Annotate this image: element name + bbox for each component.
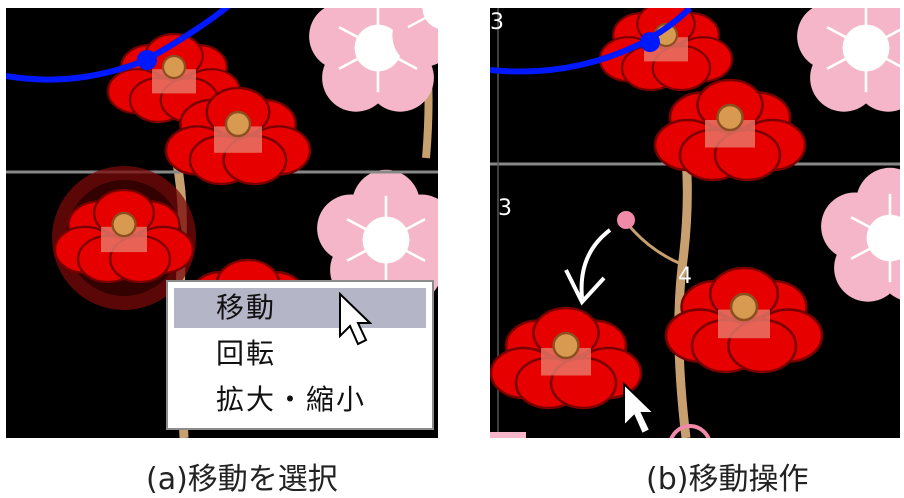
grid-label: 3 xyxy=(490,10,504,35)
caption-b: (b)移動操作 xyxy=(646,462,809,497)
move-arrow-icon xyxy=(564,228,612,306)
caption-a: (a)移動を選択 xyxy=(146,462,338,497)
menu-item-rotate[interactable]: 回転 xyxy=(174,334,426,374)
mouse-cursor-icon xyxy=(339,292,372,346)
menu-item-move[interactable]: 移動 xyxy=(174,288,426,328)
mouse-cursor-icon xyxy=(623,381,657,436)
rotation-handle[interactable] xyxy=(617,211,635,229)
grid-label: 4 xyxy=(678,264,692,289)
canvas-panel-b[interactable]: 3 3 4 xyxy=(490,8,900,438)
canvas-panel-a[interactable]: 移動 回転 拡大・縮小 xyxy=(6,8,438,438)
menu-item-scale[interactable]: 拡大・縮小 xyxy=(174,380,426,420)
grid-label: 3 xyxy=(498,196,512,221)
moved-camellia-flower[interactable] xyxy=(490,306,643,410)
curve-control-point[interactable] xyxy=(137,50,157,70)
context-menu: 移動 回転 拡大・縮小 xyxy=(166,280,434,430)
drawing-canvas-b[interactable] xyxy=(490,8,900,438)
